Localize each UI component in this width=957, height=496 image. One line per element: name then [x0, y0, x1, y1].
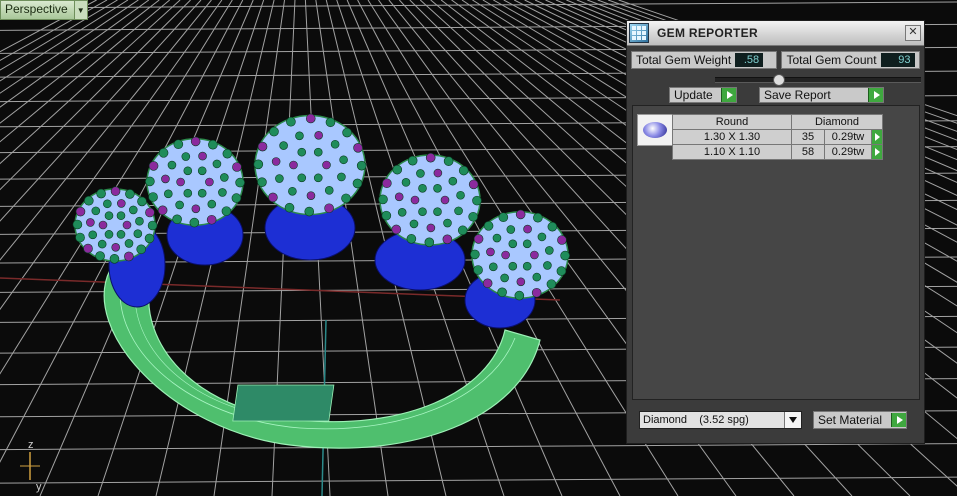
y-axis-label: y	[36, 481, 42, 493]
set-material-button-label: Set Material	[818, 413, 883, 427]
update-button[interactable]: Update	[669, 87, 737, 103]
viewport-mode-label: Perspective	[5, 2, 68, 16]
gem-list-panel: Round Diamond 1.30 X 1.30 35 0.29tw 1.10…	[632, 105, 920, 400]
gem-size: 1.10 X 1.10	[672, 144, 792, 160]
row-select-arrow-icon[interactable]	[871, 129, 883, 145]
table-row: 1.30 X 1.30 35 0.29tw	[672, 129, 883, 145]
chevron-down-icon[interactable]	[784, 412, 801, 428]
material-select-value: Diamond (3.52 spg)	[643, 414, 749, 426]
total-gem-count-label: Total Gem Count	[786, 53, 877, 67]
play-arrow-icon	[868, 88, 883, 102]
play-arrow-icon	[721, 88, 736, 102]
z-axis-label: z	[28, 439, 34, 451]
viewport-mode-menu[interactable]: Perspective ▼	[0, 0, 88, 20]
gem-table: Round Diamond 1.30 X 1.30 35 0.29tw 1.10…	[672, 114, 883, 160]
window-title: GEM REPORTER	[657, 26, 758, 40]
header-material: Diamond	[791, 114, 883, 130]
gem-weight: 0.29tw	[824, 129, 872, 145]
panel-splitter-slider[interactable]	[715, 74, 921, 86]
gem-reporter-app-icon	[629, 23, 649, 43]
row-select-arrow-icon[interactable]	[871, 144, 883, 160]
set-material-button[interactable]: Set Material	[813, 411, 907, 429]
total-gem-weight-label: Total Gem Weight	[636, 53, 732, 67]
total-gem-weight: Total Gem Weight .58	[631, 51, 778, 69]
ring-inner-plate	[232, 384, 335, 422]
header-shape: Round	[672, 114, 792, 130]
update-button-label: Update	[674, 88, 713, 102]
gem-count: 35	[791, 129, 825, 145]
total-gem-weight-value: .58	[735, 53, 764, 67]
gem-thumbnail-icon[interactable]	[637, 114, 673, 146]
total-gem-count-value: 93	[880, 53, 915, 67]
material-select[interactable]: Diamond (3.52 spg)	[639, 411, 802, 429]
gem-stats: Total Gem Weight .58 Total Gem Count 93	[631, 51, 920, 69]
save-report-button-label: Save Report	[764, 88, 831, 102]
ring-model	[72, 113, 570, 449]
table-row: 1.10 X 1.10 58 0.29tw	[672, 144, 883, 160]
close-icon[interactable]: ✕	[905, 25, 921, 41]
gem-reporter-window: GEM REPORTER ✕ Total Gem Weight .58 Tota…	[626, 20, 925, 444]
play-arrow-icon	[891, 413, 906, 427]
gem-size: 1.30 X 1.30	[672, 129, 792, 145]
gem-weight: 0.29tw	[824, 144, 872, 160]
total-gem-count: Total Gem Count 93	[781, 51, 920, 69]
chevron-down-icon[interactable]: ▼	[73, 1, 87, 19]
gem-table-header: Round Diamond	[672, 114, 883, 130]
gem-reporter-titlebar[interactable]: GEM REPORTER ✕	[627, 21, 924, 46]
gem-count: 58	[791, 144, 825, 160]
save-report-button[interactable]: Save Report	[759, 87, 884, 103]
slider-knob[interactable]	[773, 74, 785, 86]
